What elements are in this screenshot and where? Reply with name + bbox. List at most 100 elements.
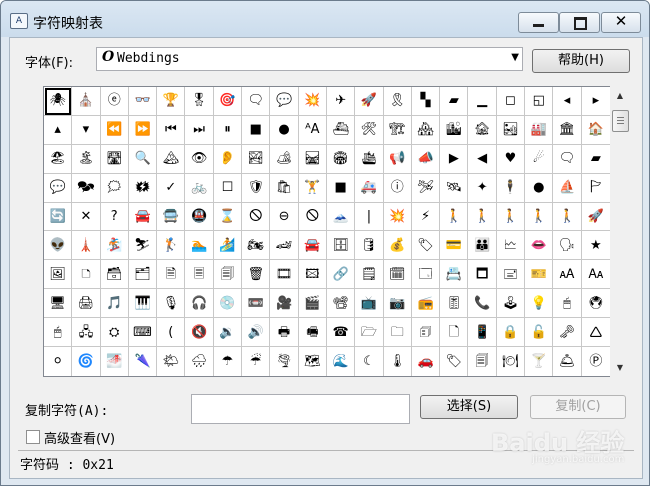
character-cell[interactable]: ◀ <box>468 144 497 174</box>
character-cell[interactable]: ⛷ <box>128 231 158 261</box>
character-cell[interactable]: 🎵 <box>100 289 129 319</box>
character-cell[interactable]: 🗑 <box>242 260 271 290</box>
character-cell[interactable]: ⏪ <box>100 115 129 145</box>
character-cell[interactable]: 🗐 <box>468 347 497 376</box>
character-cell[interactable]: 🌁 <box>101 347 129 376</box>
character-cell[interactable]: ᴬA <box>298 115 327 145</box>
character-cell[interactable]: 🚲 <box>185 173 214 203</box>
character-cell[interactable]: 🗻 <box>326 202 356 232</box>
character-cell[interactable]: 🔄 <box>44 202 73 232</box>
character-cell[interactable]: 🖼 <box>44 260 73 290</box>
character-cell[interactable]: 🔉 <box>213 318 243 348</box>
character-cell[interactable]: 📣 <box>411 144 441 174</box>
character-cell[interactable]: 📇 <box>440 260 469 290</box>
character-cell[interactable]: 🏄 <box>213 231 243 261</box>
character-cell[interactable]: Ⓟ <box>582 347 610 376</box>
character-cell[interactable]: 🎙 <box>157 289 186 319</box>
character-cell[interactable]: 🗄 <box>326 231 356 261</box>
character-cell[interactable]: 💳 <box>440 231 469 261</box>
character-cell[interactable]: 🛩 <box>411 173 441 203</box>
character-cell[interactable]: 🌤 <box>157 347 186 376</box>
character-cell[interactable]: ✕ <box>72 202 101 232</box>
character-cell[interactable]: 💿 <box>213 289 243 319</box>
character-cell[interactable]: ⌛ <box>213 202 243 232</box>
character-cell[interactable]: ★ <box>581 231 610 261</box>
close-button[interactable]: ✕ <box>601 12 641 33</box>
character-cell[interactable]: 🔒 <box>496 318 526 348</box>
character-cell[interactable]: ⏭ <box>185 115 214 145</box>
character-cell[interactable]: 🖧 <box>72 318 101 348</box>
character-cell[interactable]: ■ <box>326 173 356 203</box>
character-cell[interactable]: 🏚 <box>468 115 497 145</box>
character-cell[interactable]: ⊖ <box>270 202 299 232</box>
character-cell[interactable]: 📷 <box>383 289 412 319</box>
character-cell[interactable]: 📽 <box>326 289 356 319</box>
character-cell[interactable]: 🖱 <box>553 289 582 319</box>
character-cell[interactable]: 🏊 <box>185 231 214 261</box>
character-cell[interactable]: 🗺 <box>299 347 327 376</box>
character-cell[interactable]: ⛭ <box>100 318 129 348</box>
character-cell[interactable]: 🏙 <box>440 115 469 145</box>
character-cell[interactable]: 🗎 <box>157 260 186 290</box>
character-cell[interactable]: 🗅 <box>72 260 101 290</box>
character-cell[interactable]: 🗝 <box>553 318 582 348</box>
character-cell[interactable]: 🏔 <box>157 144 186 174</box>
advanced-view-checkbox[interactable] <box>26 430 40 444</box>
character-cell[interactable]: 🎹 <box>128 289 158 319</box>
character-cell[interactable]: ⚡ <box>411 202 441 232</box>
character-cell[interactable]: 🔓 <box>525 318 554 348</box>
character-cell[interactable]: ☾ <box>355 347 384 376</box>
character-cell[interactable]: 🍸 <box>525 347 554 376</box>
character-cell[interactable]: 🗱 <box>128 173 158 203</box>
character-cell[interactable]: 🛍 <box>270 173 299 203</box>
character-cell[interactable]: ⛵ <box>553 173 582 203</box>
character-cell[interactable]: 🏘 <box>411 115 441 145</box>
character-cell[interactable]: 🖷 <box>298 318 327 348</box>
character-cell[interactable]: 🌀 <box>72 347 101 376</box>
character-cell[interactable]: 🌪 <box>270 347 299 376</box>
character-cell[interactable]: 🎫 <box>525 260 554 290</box>
character-cell[interactable]: ⓘ <box>383 173 412 203</box>
character-cell[interactable]: ▾ <box>72 115 101 145</box>
character-cell[interactable]: ▰ <box>440 87 469 116</box>
character-cell[interactable]: 🌡 <box>384 347 412 376</box>
character-cell[interactable]: 🗨 <box>242 87 271 116</box>
scrollbar-thumb[interactable] <box>612 110 629 132</box>
help-button[interactable]: 帮助(H) <box>532 49 630 73</box>
character-cell[interactable]: ⏮ <box>157 115 186 145</box>
character-cell[interactable]: 🛣 <box>100 144 129 174</box>
character-cell[interactable]: 🔗 <box>326 260 356 290</box>
character-cell[interactable]: 🛠 <box>355 115 384 145</box>
character-cell[interactable]: 🚶 <box>525 202 554 232</box>
character-cell[interactable]: 🗓 <box>383 260 412 290</box>
character-cell[interactable]: 🏭 <box>525 115 554 145</box>
character-cell[interactable]: 🔇 <box>185 318 214 348</box>
character-cell[interactable]: 🚗 <box>412 347 441 376</box>
character-cell[interactable]: 🎧 <box>185 289 214 319</box>
character-cell[interactable]: 🛢 <box>355 231 384 261</box>
character-cell[interactable]: ( <box>157 318 186 348</box>
character-cell[interactable]: 🏟 <box>326 144 356 174</box>
character-cell[interactable]: 🖨 <box>72 289 101 319</box>
character-cell[interactable]: 🚀 <box>355 87 384 116</box>
character-cell[interactable]: 🏗 <box>383 115 412 145</box>
character-cell[interactable]: 🚑 <box>355 173 384 203</box>
character-cell[interactable]: 🏎 <box>270 231 299 261</box>
dropdown-arrow-icon[interactable]: ▼ <box>511 52 519 63</box>
character-cell[interactable]: ☐ <box>213 173 243 203</box>
character-cell[interactable]: 🎗 <box>383 87 412 116</box>
character-cell[interactable]: ◻ <box>496 87 526 116</box>
scroll-down-arrow-icon[interactable]: ▼ <box>610 360 630 375</box>
character-cell[interactable]: 🏖 <box>44 144 73 174</box>
character-cell[interactable]: ⚪ <box>44 347 73 376</box>
character-cell[interactable]: 🎖 <box>185 87 214 116</box>
character-cell[interactable]: 🔊 <box>242 318 271 348</box>
character-cell[interactable]: ☄ <box>525 144 554 174</box>
copy-button[interactable]: 复制(C) <box>530 395 626 419</box>
character-cell[interactable]: 📱 <box>468 318 497 348</box>
character-cell[interactable]: 🛰 <box>440 173 469 203</box>
character-cell[interactable]: 🗀 <box>383 318 412 348</box>
character-cell[interactable]: 🛆 <box>581 318 610 348</box>
character-cell[interactable]: 🗂 <box>128 260 158 290</box>
character-cell[interactable]: 💥 <box>298 87 327 116</box>
